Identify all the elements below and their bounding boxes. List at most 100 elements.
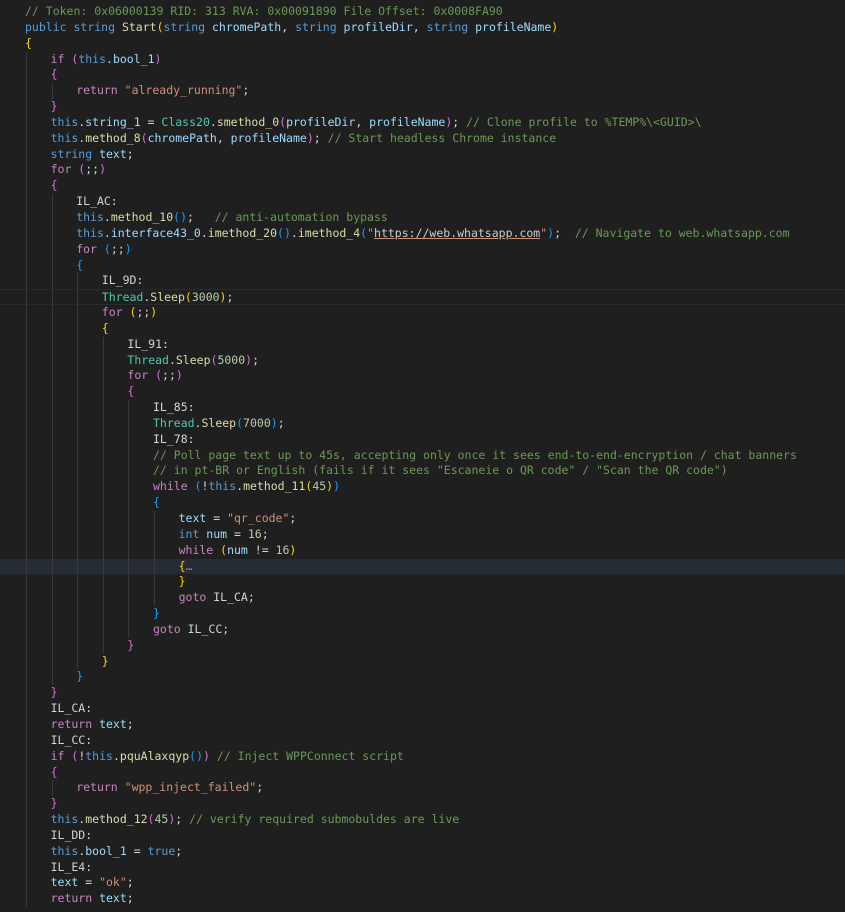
code-line[interactable]: {	[0, 257, 845, 274]
code-text: for (;;)	[25, 368, 182, 382]
code-text: text = "ok";	[25, 875, 134, 889]
code-line[interactable]: {…	[0, 558, 845, 575]
code-token: return	[50, 891, 100, 906]
code-token: goto	[153, 621, 188, 636]
code-line[interactable]: Thread.Sleep(3000);	[0, 289, 845, 306]
code-line[interactable]: Thread.Sleep(7000);	[0, 415, 845, 432]
code-line[interactable]: IL_AC:	[0, 194, 845, 210]
code-token: }	[50, 796, 58, 811]
code-line[interactable]: this.method_8(chromePath, profileName); …	[0, 130, 845, 147]
code-line[interactable]: }	[0, 653, 845, 670]
code-line[interactable]: IL_9D:	[0, 273, 845, 290]
code-token: ;	[226, 290, 234, 305]
indent-guide	[51, 590, 53, 607]
code-token: }	[50, 99, 58, 114]
code-token: {	[25, 35, 32, 50]
indent-guide	[26, 257, 27, 274]
code-token: Sleep	[201, 415, 237, 430]
indent-guide	[77, 447, 79, 464]
code-line[interactable]: {	[0, 384, 845, 401]
indent-guide	[26, 51, 27, 68]
code-line[interactable]: {	[0, 764, 845, 781]
code-line[interactable]: while (!this.method_11(45))	[0, 479, 845, 496]
code-token: // Start headless Chrome instance	[327, 130, 557, 145]
indent-guide	[128, 606, 130, 622]
indent-guide	[26, 415, 27, 432]
code-line[interactable]: this.bool_1 = true;	[0, 843, 845, 860]
code-line[interactable]: for (;;)	[0, 305, 845, 321]
code-text: this.method_10(); // anti-automation byp…	[25, 210, 388, 224]
code-line[interactable]: if (!this.pquAlaxqyp()) // Inject WPPCon…	[0, 748, 845, 765]
code-line[interactable]: {	[0, 178, 845, 195]
code-line[interactable]: }	[0, 685, 845, 702]
indent-guide	[26, 606, 27, 622]
code-line[interactable]: {	[0, 36, 845, 52]
code-token: IL_E4:	[50, 859, 93, 874]
code-token: string_1	[85, 114, 141, 129]
code-line[interactable]: int num = 16;	[0, 526, 845, 543]
code-line[interactable]: // in pt-BR or English (fails if it sees…	[0, 463, 845, 480]
indent-guide	[26, 320, 27, 337]
code-line[interactable]: string text;	[0, 146, 845, 163]
code-token: IL_91:	[127, 336, 169, 351]
code-line[interactable]: this.interface43_0.imethod_20().imethod_…	[0, 225, 845, 242]
code-line[interactable]: this.method_12(45); // verify required s…	[0, 812, 845, 828]
code-line[interactable]: // Poll page text up to 45s, accepting o…	[0, 447, 845, 464]
code-line[interactable]: return "wpp_inject_failed";	[0, 780, 845, 797]
code-line[interactable]: IL_78:	[0, 431, 845, 448]
code-line[interactable]: }	[0, 99, 845, 115]
code-line[interactable]: IL_91:	[0, 336, 845, 353]
code-token: interface43_0	[110, 225, 201, 240]
indent-guide	[77, 621, 79, 638]
code-text: IL_CC:	[25, 733, 93, 747]
indent-guide	[77, 574, 79, 591]
code-token: bool_1	[112, 51, 155, 66]
code-line[interactable]: }	[0, 669, 845, 686]
indent-guide	[26, 479, 27, 496]
code-token: {	[127, 384, 135, 399]
indent-guide	[26, 209, 27, 226]
code-token: "wpp_inject_failed"	[124, 780, 257, 795]
indent-guide	[26, 273, 27, 290]
code-line[interactable]: text = "ok";	[0, 875, 845, 892]
code-line[interactable]: goto IL_CA;	[0, 590, 845, 607]
code-line[interactable]: }	[0, 574, 845, 591]
code-token: ;;	[110, 241, 125, 256]
code-line[interactable]: IL_CA:	[0, 701, 845, 717]
code-line[interactable]: {	[0, 495, 845, 511]
code-line[interactable]: for (;;)	[0, 368, 845, 385]
code-text: // Token: 0x06000139 RID: 313 RVA: 0x000…	[25, 4, 503, 18]
indent-guide	[26, 178, 27, 195]
code-line[interactable]: {	[0, 320, 845, 337]
code-line[interactable]: // Token: 0x06000139 RID: 313 RVA: 0x000…	[0, 4, 845, 20]
code-line[interactable]: }	[0, 606, 845, 622]
code-editor[interactable]: // Token: 0x06000139 RID: 313 RVA: 0x000…	[0, 4, 845, 908]
code-line[interactable]: text = "qr_code";	[0, 511, 845, 527]
code-line[interactable]: Thread.Sleep(5000);	[0, 352, 845, 369]
code-line[interactable]: {	[0, 67, 845, 84]
code-line[interactable]: goto IL_CC;	[0, 621, 845, 638]
code-token: text	[99, 146, 127, 161]
code-line[interactable]: return "already_running";	[0, 83, 845, 100]
indent-guide	[26, 352, 27, 369]
code-line[interactable]: IL_CC:	[0, 732, 845, 749]
code-token: profileName	[475, 19, 552, 34]
indent-guide	[26, 558, 27, 575]
code-line[interactable]: return text;	[0, 716, 845, 733]
code-line[interactable]: for (;;)	[0, 162, 845, 179]
indent-guide	[102, 384, 104, 401]
code-line[interactable]: return text;	[0, 891, 845, 908]
code-line[interactable]: IL_DD:	[0, 827, 845, 844]
code-token: )	[99, 162, 107, 177]
code-line[interactable]: }	[0, 796, 845, 813]
code-line[interactable]: while (num != 16)	[0, 542, 845, 559]
code-line[interactable]: this.method_10(); // anti-automation byp…	[0, 209, 845, 226]
code-text: IL_85:	[25, 400, 195, 414]
code-line[interactable]: IL_85:	[0, 400, 845, 416]
code-line[interactable]: this.string_1 = Class20.smethod_0(profil…	[0, 114, 845, 131]
code-line[interactable]: if (this.bool_1)	[0, 51, 845, 68]
code-line[interactable]: for (;;)	[0, 241, 845, 258]
code-line[interactable]: IL_E4:	[0, 859, 845, 876]
code-line[interactable]: public string Start(string chromePath, s…	[0, 20, 845, 36]
code-line[interactable]: }	[0, 637, 845, 654]
